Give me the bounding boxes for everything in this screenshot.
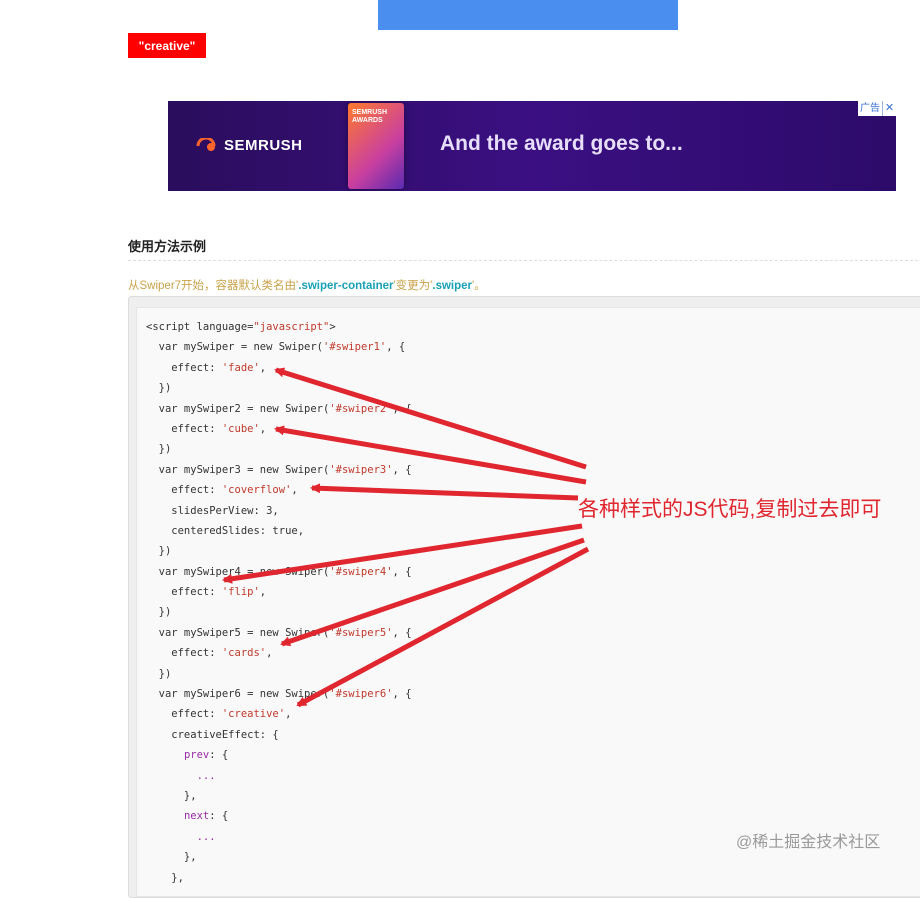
code-token: }, <box>146 871 184 884</box>
watermark: @稀土掘金技术社区 <box>736 834 881 851</box>
annotation-text: 各种样式的JS代码,复制过去即可 <box>578 498 882 521</box>
arrow-coverflow <box>310 483 579 501</box>
arrow-creative <box>296 546 590 708</box>
arrow-cards <box>280 537 585 647</box>
arrow-fade <box>274 367 587 470</box>
annotation-arrows <box>222 367 590 708</box>
arrow-flip <box>222 523 583 584</box>
arrow-cube <box>274 425 587 485</box>
